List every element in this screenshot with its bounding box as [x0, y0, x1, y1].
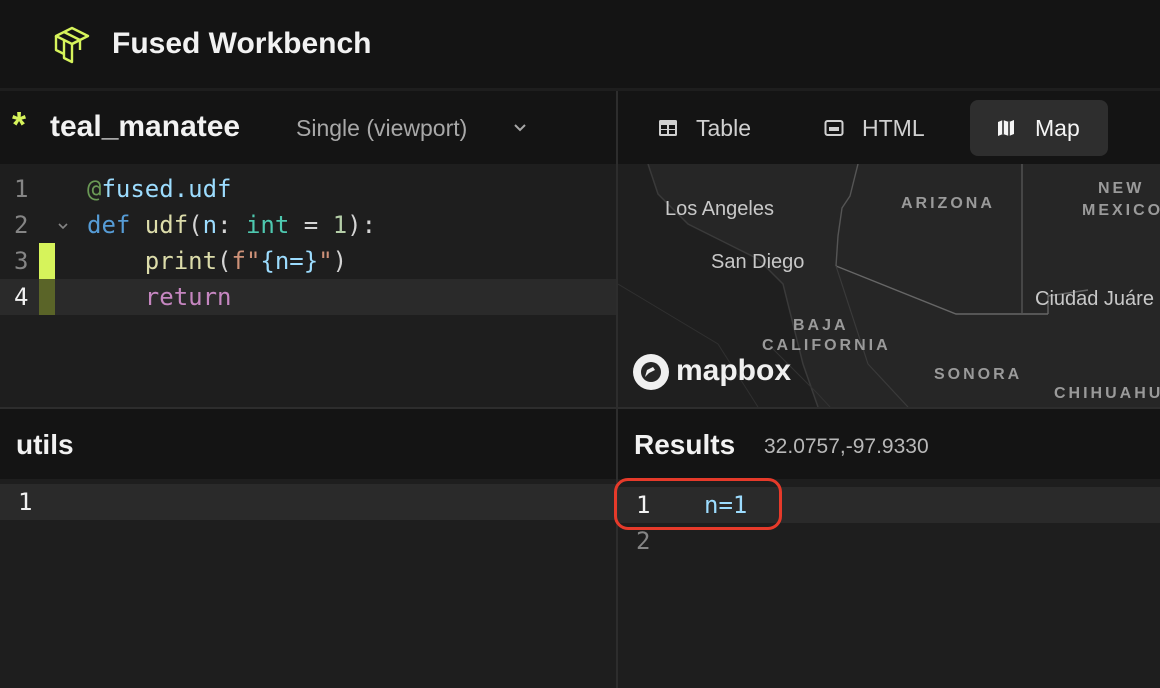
output-pane: Table HTML Map Los Angeles San Diego Ciu…	[618, 91, 1160, 688]
highlight-annotation	[614, 478, 782, 530]
utils-editor[interactable]: 1	[0, 479, 616, 688]
line-number: 2	[14, 211, 29, 239]
map-region-baja-1: BAJA	[793, 317, 849, 334]
udf-mode-select[interactable]: Single (viewport)	[296, 113, 467, 143]
mapbox-attribution[interactable]: mapbox	[676, 352, 791, 390]
code-editor[interactable]: 1 @fused.udf 2 def udf(n: int = 1): 3 pr…	[0, 164, 616, 407]
chevron-down-icon[interactable]	[512, 119, 528, 135]
line-number: 1	[18, 488, 33, 516]
udf-header: * teal_manatee Single (viewport)	[0, 91, 616, 164]
udf-name[interactable]: teal_manatee	[50, 107, 240, 147]
map-icon	[998, 120, 1014, 136]
tab-table[interactable]: Table	[658, 100, 798, 156]
html-icon	[824, 120, 844, 136]
output-tabs: Table HTML Map	[618, 91, 1160, 164]
code-text[interactable]: @fused.udf	[87, 171, 232, 207]
map-label-los-angeles: Los Angeles	[665, 198, 774, 220]
line-number: 1	[14, 175, 29, 203]
fold-chevron-icon[interactable]	[56, 219, 70, 233]
tab-label: HTML	[862, 115, 925, 141]
code-line-active[interactable]: 4 return	[0, 279, 616, 315]
line-number: 4	[14, 283, 29, 311]
mapbox-logo-icon[interactable]	[632, 353, 670, 391]
app-title: Fused Workbench	[112, 27, 372, 60]
map-label-ciudad-juarez: Ciudad Juáre	[1035, 288, 1154, 310]
table-icon	[659, 120, 677, 136]
results-header: Results 32.0757,-97.9330	[618, 407, 1160, 479]
code-text[interactable]: print(f"{n=}")	[87, 243, 347, 279]
map-region-sonora: SONORA	[934, 366, 1023, 383]
map-viewport[interactable]: Los Angeles San Diego Ciudad Juáre ARIZO…	[618, 164, 1160, 407]
change-marker	[39, 279, 55, 315]
code-line-active[interactable]: 1	[0, 484, 616, 520]
results-title: Results	[634, 429, 736, 460]
code-text[interactable]: return	[87, 279, 232, 315]
fused-logo-icon[interactable]	[52, 24, 92, 64]
tab-html[interactable]: HTML	[824, 100, 954, 156]
tab-label: Map	[1035, 115, 1080, 141]
utils-title[interactable]: utils	[16, 427, 74, 463]
code-text[interactable]: def udf(n: int = 1):	[87, 207, 376, 243]
code-line[interactable]: 2 def udf(n: int = 1):	[0, 207, 616, 243]
map-region-arizona: ARIZONA	[901, 195, 995, 212]
change-marker	[39, 243, 55, 279]
map-region-new-mexico-1: NEW	[1098, 180, 1145, 197]
editor-pane: * teal_manatee Single (viewport) 1 @fuse…	[0, 91, 616, 688]
tab-label: Table	[696, 115, 751, 141]
map-region-new-mexico-2: MEXICO	[1082, 202, 1160, 219]
utils-header: utils	[0, 407, 616, 479]
code-line[interactable]: 3 print(f"{n=}")	[0, 243, 616, 279]
tab-map[interactable]: Map	[970, 100, 1108, 156]
map-label-san-diego: San Diego	[711, 251, 805, 273]
top-bar: Fused Workbench	[0, 0, 1160, 88]
map-region-chihuahua: CHIHUAHU	[1054, 385, 1160, 402]
results-coordinates: 32.0757,-97.9330	[764, 435, 929, 458]
code-line[interactable]: 1 @fused.udf	[0, 171, 616, 207]
unsaved-indicator: *	[12, 104, 27, 145]
line-number: 3	[14, 247, 29, 275]
